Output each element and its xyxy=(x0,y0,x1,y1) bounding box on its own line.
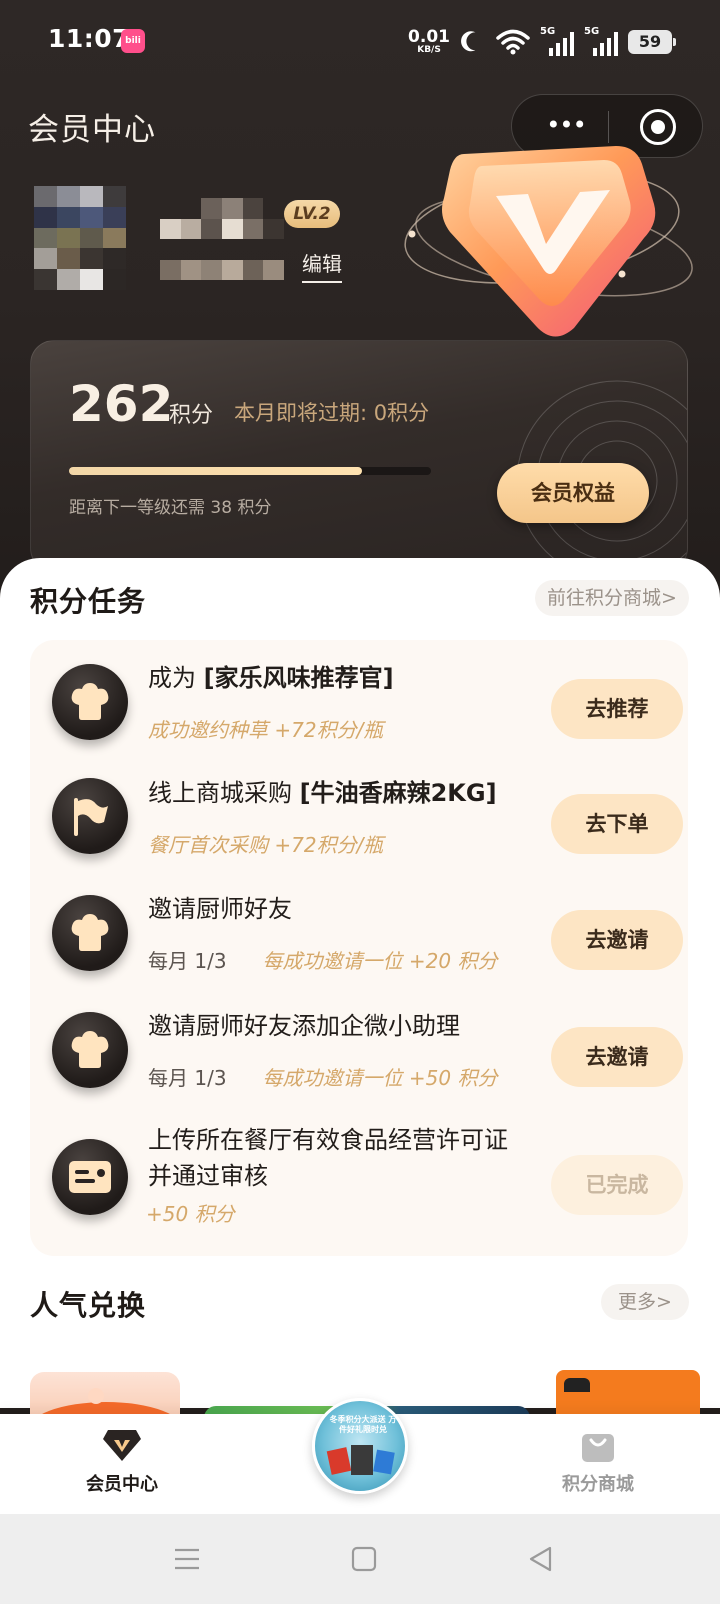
member-gem-icon xyxy=(103,1430,141,1461)
signal-5g-icon-2: 5G xyxy=(584,26,618,56)
tab-member-center[interactable]: 会员中心 xyxy=(42,1414,202,1514)
menu-icon[interactable] xyxy=(174,1546,200,1572)
shopping-bag-icon xyxy=(582,1434,614,1462)
moon-icon xyxy=(461,31,476,52)
level-badge: LV.2 xyxy=(284,200,340,228)
order-button[interactable]: 去下单 xyxy=(551,794,683,854)
avatar[interactable] xyxy=(34,186,126,290)
task-reward: 每成功邀请一位 +20 积分 xyxy=(262,949,498,973)
task-reward: 成功邀约种草 +72积分/瓶 xyxy=(148,718,384,742)
completed-button: 已完成 xyxy=(551,1155,683,1215)
points-tasks-title: 积分任务 xyxy=(30,585,147,618)
task-title: 成为 xyxy=(148,664,204,692)
next-level-text: 距离下一等级还需 38 积分 xyxy=(69,498,272,518)
tab-member-label: 会员中心 xyxy=(86,1474,158,1495)
chef-hat-icon xyxy=(52,1012,128,1088)
tab-points-mall[interactable]: 积分商城 xyxy=(518,1414,678,1514)
chef-hat-icon xyxy=(52,895,128,971)
task-title: 上传所在餐厅有效食品经营许可证 xyxy=(148,1126,508,1154)
task-monthly-count: 每月 1/3 xyxy=(148,949,227,973)
license-card-icon xyxy=(52,1139,128,1215)
task-reward: 每成功邀请一位 +50 积分 xyxy=(262,1066,498,1090)
invite-button[interactable]: 去邀请 xyxy=(551,910,683,970)
task-title: 邀请厨师好友添加企微小助理 xyxy=(148,1012,460,1040)
tab-mall-label: 积分商城 xyxy=(562,1474,634,1495)
home-icon[interactable] xyxy=(351,1546,377,1572)
expiring-points-text: 本月即将过期: 0积分 xyxy=(234,401,430,425)
flag-icon xyxy=(52,778,128,854)
member-benefits-button[interactable]: 会员权益 xyxy=(497,463,649,523)
more-redeem-link[interactable]: 更多> xyxy=(601,1284,689,1320)
wifi-icon xyxy=(496,29,530,55)
content-sheet: 积分任务 前往积分商城> 成为 [家乐风味推荐官] 成功邀约种草 +72积分/瓶… xyxy=(0,558,720,1422)
points-value: 262 xyxy=(69,375,174,433)
status-time: 11:07 xyxy=(48,24,131,53)
system-nav-bar xyxy=(0,1514,720,1604)
battery-indicator: 59 xyxy=(628,30,676,54)
invite-button[interactable]: 去邀请 xyxy=(551,1027,683,1087)
username-blurred xyxy=(160,198,284,280)
popular-redeem-title: 人气兑换 xyxy=(30,1289,147,1322)
task-list: 成为 [家乐风味推荐官] 成功邀约种草 +72积分/瓶 去推荐 线上商城采购 [… xyxy=(30,640,688,1256)
task-reward: 餐厅首次采购 +72积分/瓶 xyxy=(148,833,384,857)
task-title-highlight: [家乐风味推荐官] xyxy=(203,664,394,692)
signal-5g-icon: 5G xyxy=(540,26,574,56)
bilibili-notification-icon: bili xyxy=(121,29,145,53)
task-title-line2: 并通过审核 xyxy=(148,1162,268,1190)
points-unit: 积分 xyxy=(169,403,214,428)
level-progress-fill xyxy=(69,467,363,475)
task-reward: +50 积分 xyxy=(146,1202,235,1226)
promo-badge-text: 冬季积分大派送 万件好礼限时兑 xyxy=(329,1415,397,1434)
recommend-button[interactable]: 去推荐 xyxy=(551,679,683,739)
task-monthly-count: 每月 1/3 xyxy=(148,1066,227,1090)
level-progress-bar xyxy=(69,467,431,475)
task-title: 邀请厨师好友 xyxy=(148,895,292,923)
network-speed: 0.01 KB/S xyxy=(408,27,450,55)
chef-hat-icon xyxy=(52,664,128,740)
points-mall-link[interactable]: 前往积分商城> xyxy=(535,580,689,616)
task-title: 线上商城采购 xyxy=(148,779,300,807)
points-card: 262 积分 本月即将过期: 0积分 距离下一等级还需 38 积分 会员权益 xyxy=(30,340,688,572)
page-title: 会员中心 xyxy=(28,112,156,148)
edit-profile-link[interactable]: 编辑 xyxy=(302,248,342,283)
promo-center-badge[interactable]: 冬季积分大派送 万件好礼限时兑 xyxy=(312,1398,408,1494)
status-bar: 11:07 bili 0.01 KB/S 5G 5G 59 xyxy=(0,0,720,82)
back-icon[interactable] xyxy=(528,1546,554,1572)
vip-gem-icon xyxy=(404,146,693,337)
task-title-highlight: [牛油香麻辣2KG] xyxy=(299,779,497,807)
